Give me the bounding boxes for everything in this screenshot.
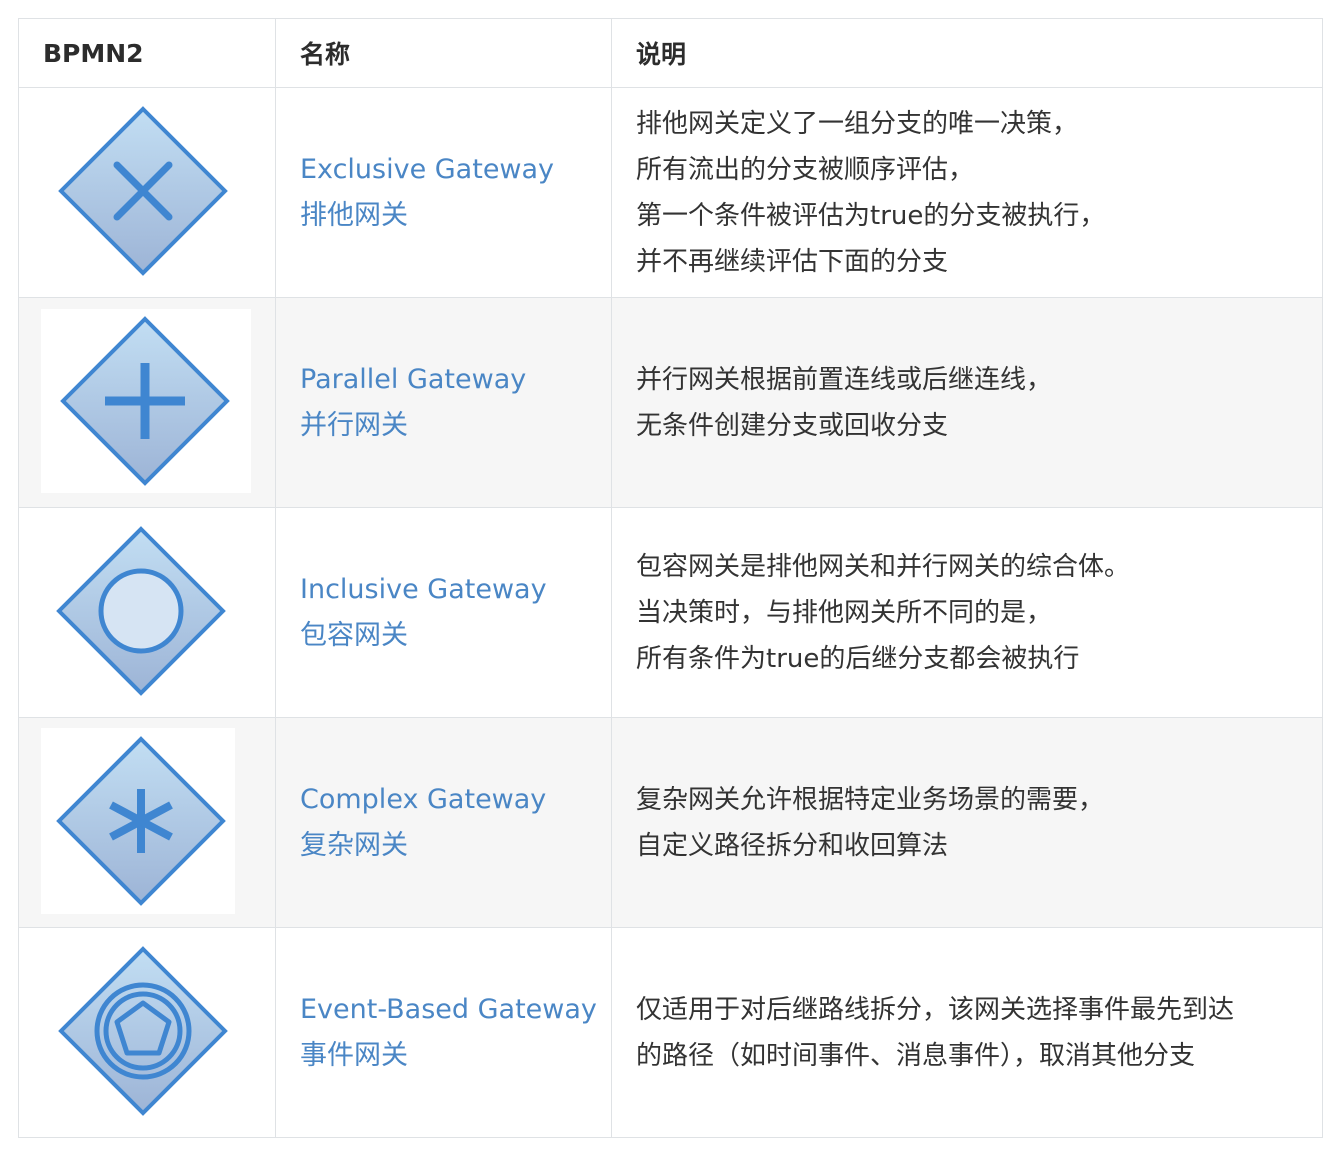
description-line: 的路径（如时间事件、消息事件），取消其他分支	[636, 1040, 1196, 1071]
description-line: 并不再继续评估下面的分支	[636, 246, 949, 277]
header-name: 名称	[275, 18, 612, 88]
gateway-name-en-link[interactable]: Event-Based Gateway	[300, 987, 611, 1033]
icon-cell	[18, 927, 276, 1138]
header-description: 说明	[611, 18, 1323, 88]
name-cell: Exclusive Gateway 排他网关	[275, 87, 612, 298]
gateway-name-zh-link[interactable]: 事件网关	[300, 1033, 611, 1079]
description-line: 所有条件为true的后继分支都会被执行	[636, 643, 1080, 674]
gateway-name-en-link[interactable]: Parallel Gateway	[300, 357, 611, 403]
description-line: 第一个条件被评估为true的分支被执行，	[636, 200, 1106, 231]
icon-cell	[18, 717, 276, 928]
table-row: Inclusive Gateway 包容网关 包容网关是排他网关和并行网关的综合…	[18, 507, 1323, 718]
header-bpmn2: BPMN2	[18, 18, 276, 88]
name-cell: Inclusive Gateway 包容网关	[275, 507, 612, 718]
table-row: Event-Based Gateway 事件网关 仅适用于对后继路线拆分，该网关…	[18, 927, 1323, 1138]
inclusive-gateway-icon	[55, 524, 227, 697]
description-line: 自定义路径拆分和收回算法	[636, 830, 949, 861]
description-line: 仅适用于对后继路线拆分，该网关选择事件最先到达	[636, 994, 1235, 1025]
icon-cell	[18, 87, 276, 298]
name-cell: Event-Based Gateway 事件网关	[275, 927, 612, 1138]
bpmn-gateway-table: BPMN2 名称 说明 Exclusive Gateway 排他网关 排他网关定…	[18, 18, 1323, 1138]
table-row: Exclusive Gateway 排他网关 排他网关定义了一组分支的唯一决策，…	[18, 87, 1323, 298]
description-line: 无条件创建分支或回收分支	[636, 410, 949, 441]
complex-gateway-icon	[41, 727, 235, 914]
description-line: 并行网关根据前置连线或后继连线，	[636, 364, 1053, 395]
event-based-gateway-icon	[57, 944, 229, 1117]
gateway-name-en-link[interactable]: Complex Gateway	[300, 777, 611, 823]
name-cell: Complex Gateway 复杂网关	[275, 717, 612, 928]
gateway-name-zh-link[interactable]: 复杂网关	[300, 823, 611, 869]
description-cell: 仅适用于对后继路线拆分，该网关选择事件最先到达 的路径（如时间事件、消息事件），…	[611, 927, 1323, 1138]
gateway-name-zh-link[interactable]: 包容网关	[300, 613, 611, 659]
table-header-row: BPMN2 名称 说明	[18, 18, 1323, 88]
gateway-name-en-link[interactable]: Exclusive Gateway	[300, 147, 611, 193]
gateway-name-zh-link[interactable]: 排他网关	[300, 193, 611, 239]
name-cell: Parallel Gateway 并行网关	[275, 297, 612, 508]
gateway-name-zh-link[interactable]: 并行网关	[300, 403, 611, 449]
description-line: 复杂网关允许根据特定业务场景的需要，	[636, 784, 1105, 815]
description-line: 所有流出的分支被顺序评估，	[636, 154, 975, 185]
description-cell: 复杂网关允许根据特定业务场景的需要， 自定义路径拆分和收回算法	[611, 717, 1323, 928]
table-row: Complex Gateway 复杂网关 复杂网关允许根据特定业务场景的需要， …	[18, 717, 1323, 928]
gateway-name-en-link[interactable]: Inclusive Gateway	[300, 567, 611, 613]
exclusive-gateway-icon	[57, 104, 229, 277]
description-cell: 包容网关是排他网关和并行网关的综合体。 当决策时，与排他网关所不同的是， 所有条…	[611, 507, 1323, 718]
description-cell: 排他网关定义了一组分支的唯一决策， 所有流出的分支被顺序评估， 第一个条件被评估…	[611, 87, 1323, 298]
description-line: 当决策时，与排他网关所不同的是，	[636, 597, 1053, 628]
table-row: Parallel Gateway 并行网关 并行网关根据前置连线或后继连线， 无…	[18, 297, 1323, 508]
description-cell: 并行网关根据前置连线或后继连线， 无条件创建分支或回收分支	[611, 297, 1323, 508]
description-line: 排他网关定义了一组分支的唯一决策，	[636, 108, 1079, 139]
description-line: 包容网关是排他网关和并行网关的综合体。	[636, 551, 1131, 582]
icon-cell	[18, 507, 276, 718]
parallel-gateway-icon	[41, 308, 251, 493]
icon-cell	[18, 297, 276, 508]
